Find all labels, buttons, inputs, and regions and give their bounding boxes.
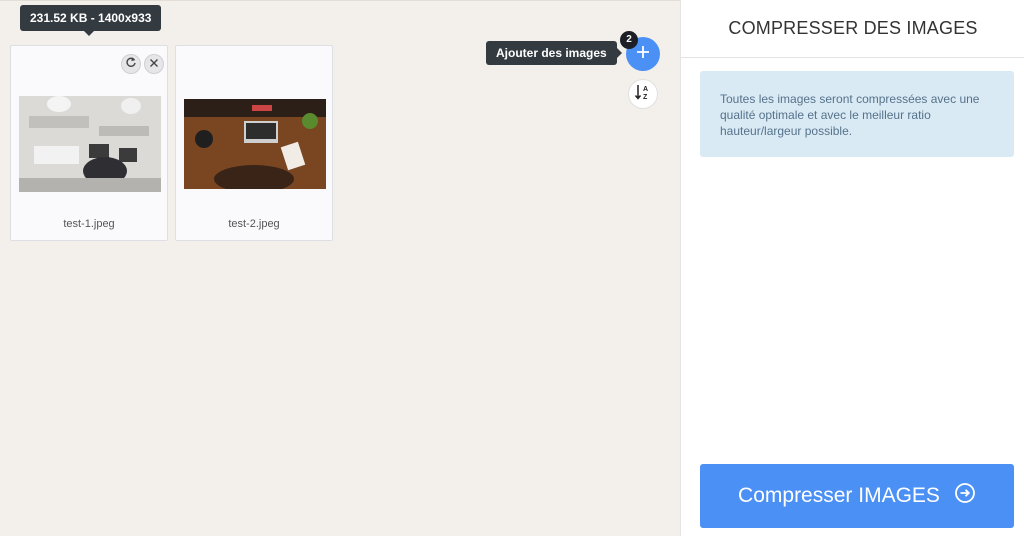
info-text: Toutes les images seront compressées ave… [720,92,980,138]
file-card[interactable]: test-2.jpeg [175,45,333,241]
compress-button[interactable]: Compresser IMAGES [700,464,1014,528]
add-images-tooltip: Ajouter des images [486,41,622,65]
image-thumbnail [184,99,326,189]
file-card[interactable]: test-1.jpeg [10,45,168,241]
sidebar: COMPRESSER DES IMAGES Toutes les images … [680,0,1024,536]
plus-icon [635,44,651,65]
panel-title: COMPRESSER DES IMAGES [681,0,1024,58]
sort-alpha-icon: A Z [634,83,652,106]
workspace: 231.52 KB - 1400x933 test-1.jpeg test-2.… [0,0,680,536]
rotate-button[interactable] [121,54,141,74]
file-count-badge: 2 [620,31,638,49]
arrow-circle-right-icon [954,482,976,510]
sort-button[interactable]: A Z [628,79,658,109]
file-name: test-1.jpeg [63,218,115,230]
rotate-icon [125,55,137,73]
compress-button-label: Compresser IMAGES [738,484,940,507]
file-name: test-2.jpeg [228,218,280,230]
file-info-tooltip: 231.52 KB - 1400x933 [20,5,162,36]
info-box: Toutes les images seront compressées ave… [700,71,1014,157]
svg-text:A: A [643,86,648,93]
svg-text:Z: Z [643,94,648,101]
close-icon [149,55,159,73]
remove-button[interactable] [144,54,164,74]
image-thumbnail [19,96,161,192]
